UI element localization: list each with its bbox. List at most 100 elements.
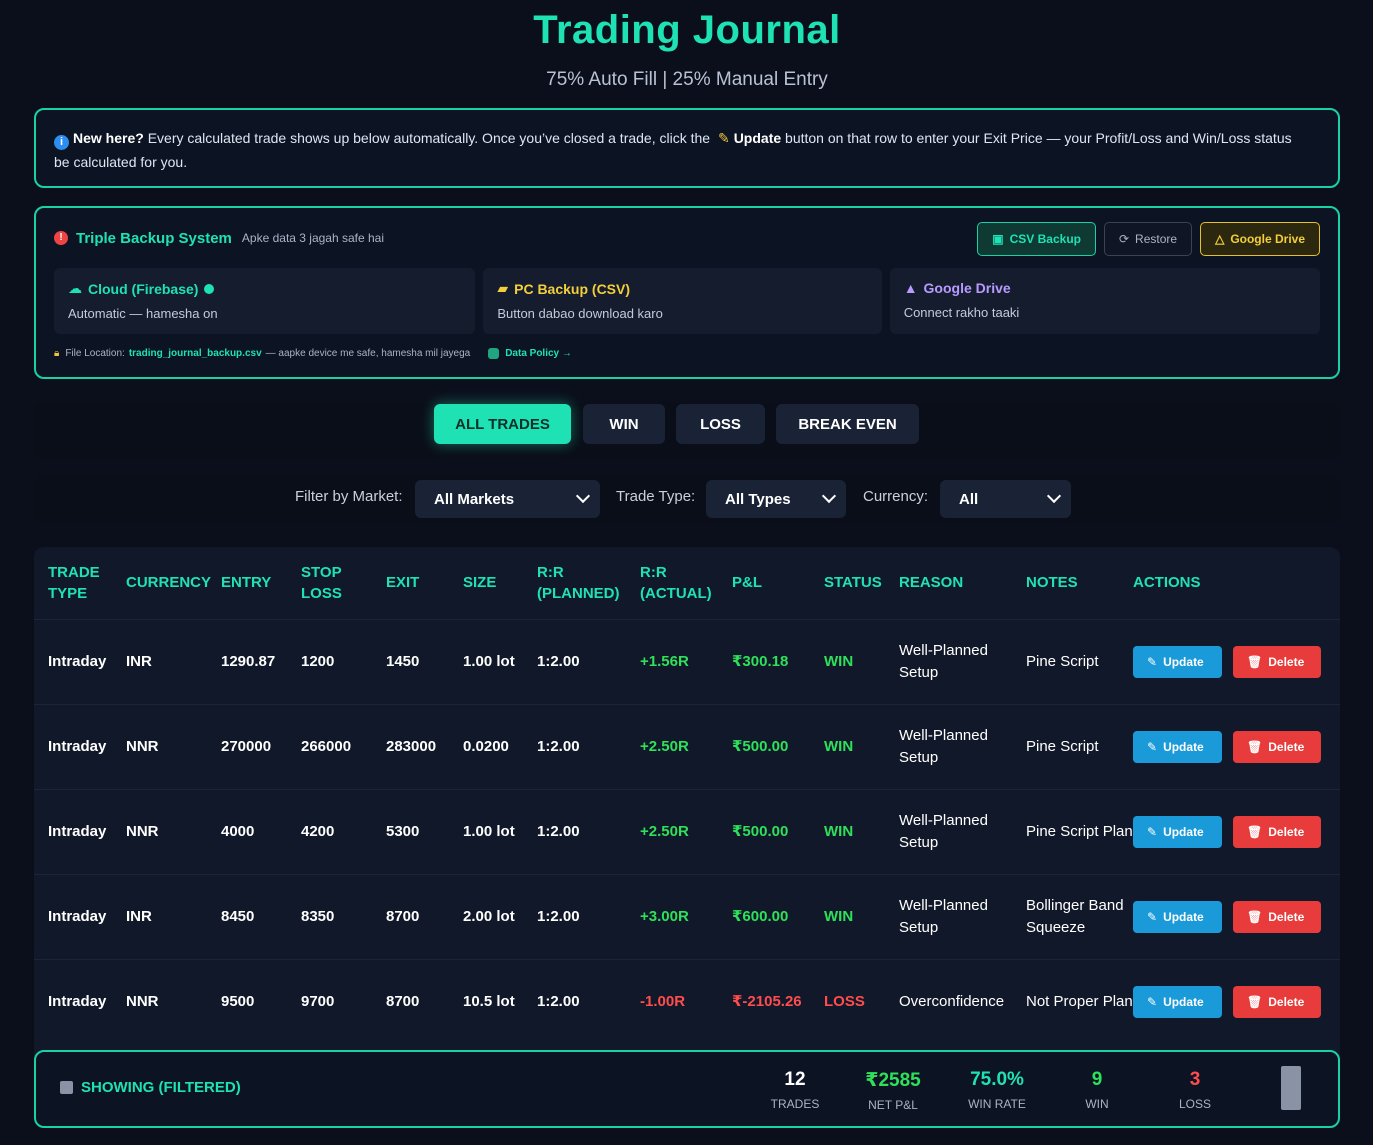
pencil-icon: ✎: [1147, 739, 1158, 754]
file-location-row: 🔒︎ File Location: trading_journal_backup…: [54, 348, 1320, 359]
cell-actions: ✎ Update 🗑︎ Delete: [1133, 874, 1340, 959]
cell-notes: Pine Script: [1026, 737, 1099, 755]
chevron-down-icon: [1046, 488, 1062, 504]
column-header: ACTIONS: [1133, 574, 1201, 592]
cell-exit: 8700: [386, 907, 420, 925]
backup-panel: ! Triple Backup System Apke data 3 jagah…: [34, 206, 1340, 379]
trade-type-select[interactable]: All Types: [706, 480, 846, 518]
cell-reason: Well-Planned Setup: [899, 811, 988, 851]
stat-label: LOSS: [1178, 1097, 1211, 1111]
cell-size: 0.0200: [463, 737, 509, 755]
google-drive-label: Google Drive: [1230, 232, 1305, 246]
alert-icon: !: [54, 231, 68, 245]
cell-rr-planned: 1:2.00: [537, 907, 580, 925]
column-header: SIZE: [463, 574, 497, 592]
cell-entry: 9500: [221, 992, 255, 1010]
update-button[interactable]: ✎ Update: [1133, 985, 1222, 1018]
stat-value: 12: [784, 1069, 806, 1090]
update-label: Update: [1163, 739, 1204, 754]
column-header: NOTES: [1026, 574, 1078, 592]
cell-type: Intraday: [48, 737, 107, 755]
cloud-icon: ☁: [68, 280, 82, 296]
tab-break-even[interactable]: BREAK EVEN: [776, 404, 919, 444]
update-button[interactable]: ✎ Update: [1133, 900, 1222, 933]
cell-status: WIN: [824, 737, 854, 755]
cell-currency: NNR: [126, 822, 159, 840]
pencil-icon: ✎: [717, 130, 730, 146]
update-button[interactable]: ✎ Update: [1133, 730, 1222, 763]
market-select[interactable]: All Markets: [415, 480, 600, 518]
currency-select[interactable]: All: [940, 480, 1071, 518]
csv-backup-button[interactable]: ▣ CSV Backup: [977, 222, 1096, 256]
cell-actions: ✎ Update 🗑︎ Delete: [1133, 619, 1340, 704]
cell-stop: 4200: [301, 822, 335, 840]
update-button[interactable]: ✎ Update: [1133, 815, 1222, 848]
cell-currency: NNR: [126, 992, 159, 1010]
data-policy-link[interactable]: Data Policy →: [505, 348, 572, 359]
cell-status: LOSS: [824, 992, 865, 1010]
cell-status: WIN: [824, 822, 854, 840]
update-button[interactable]: ✎ Update: [1133, 645, 1222, 678]
status-tabs: ALL TRADES WIN LOSS BREAK EVEN: [34, 403, 1340, 458]
cell-currency: INR: [126, 907, 152, 925]
google-drive-button[interactable]: △ Google Drive: [1200, 222, 1320, 256]
cell-pnl: ₹600.00: [732, 907, 789, 925]
currency-label: Currency:: [863, 488, 929, 505]
notice-text-2: button on that row to enter your Exit Pr…: [781, 130, 1292, 146]
cell-notes: Pine Script: [1026, 652, 1099, 670]
cell-rr-planned: 1:2.00: [537, 822, 580, 840]
document-icon[interactable]: [1281, 1066, 1301, 1110]
cell-exit: 5300: [386, 822, 420, 840]
filter-bar: Filter by Market: All Markets Trade Type…: [34, 476, 1340, 522]
table-row: Intraday NNR 270000 266000 283000 0.0200 1:2.0…: [34, 704, 1340, 789]
currency-select-value: All: [959, 490, 979, 508]
chart-icon: [60, 1081, 73, 1094]
cell-rr-actual: +1.56R: [640, 652, 689, 670]
delete-button[interactable]: 🗑︎ Delete: [1233, 900, 1321, 933]
notice-text-3: be calculated for you.: [54, 154, 188, 170]
cell-stop: 9700: [301, 992, 335, 1010]
tab-loss[interactable]: LOSS: [676, 404, 765, 444]
delete-button[interactable]: 🗑︎ Delete: [1233, 730, 1321, 763]
cell-type: Intraday: [48, 822, 107, 840]
cell-rr-actual: +3.00R: [640, 907, 689, 925]
drive-icon: △: [1215, 232, 1225, 246]
cell-stop: 8350: [301, 907, 335, 925]
stat-trades: 12 TRADES: [740, 1069, 850, 1111]
stat-label: TRADES: [770, 1097, 820, 1111]
tab-win[interactable]: WIN: [583, 404, 665, 444]
delete-label: Delete: [1268, 909, 1305, 924]
column-header: CURRENCY: [126, 574, 212, 592]
cell-stop: 266000: [301, 737, 352, 755]
delete-label: Delete: [1268, 654, 1305, 669]
restore-button[interactable]: ⟳ Restore: [1103, 222, 1193, 256]
table-row: Intraday NNR 4000 4200 5300 1.00 lot 1:2.00 +2.…: [34, 789, 1340, 874]
notice-update-word: Update: [733, 130, 782, 146]
stat-value: 9: [1091, 1069, 1103, 1090]
delete-button[interactable]: 🗑︎ Delete: [1233, 985, 1321, 1018]
cell-entry: 8450: [221, 907, 255, 925]
info-icon: i: [54, 135, 69, 150]
drive-icon: ▲: [903, 280, 918, 296]
delete-label: Delete: [1268, 994, 1305, 1009]
tab-all-trades[interactable]: ALL TRADES: [434, 404, 571, 444]
update-label: Update: [1163, 824, 1204, 839]
delete-button[interactable]: 🗑︎ Delete: [1233, 645, 1321, 678]
cell-entry: 1290.87: [221, 652, 276, 670]
pencil-icon: ✎: [1147, 909, 1158, 924]
summary-title: SHOWING (FILTERED): [81, 1079, 241, 1096]
cell-actions: ✎ Update 🗑︎ Delete: [1133, 959, 1340, 1044]
cell-size: 10.5 lot: [463, 992, 515, 1010]
cell-status: WIN: [824, 652, 854, 670]
cell-pnl: ₹300.18: [732, 652, 789, 670]
table-row: Intraday NNR 9500 9700 8700 10.5 lot 1:2.00 -1.…: [34, 959, 1340, 1044]
cell-currency: NNR: [126, 737, 159, 755]
update-label: Update: [1163, 994, 1204, 1009]
cell-entry: 270000: [221, 737, 272, 755]
delete-button[interactable]: 🗑︎ Delete: [1233, 815, 1321, 848]
card-subtitle: Button dabao download karo: [497, 306, 663, 321]
cell-status: WIN: [824, 907, 854, 925]
card-subtitle: Automatic — hamesha on: [68, 306, 218, 321]
chevron-down-icon: [575, 488, 591, 504]
cell-reason: Well-Planned Setup: [899, 641, 988, 681]
